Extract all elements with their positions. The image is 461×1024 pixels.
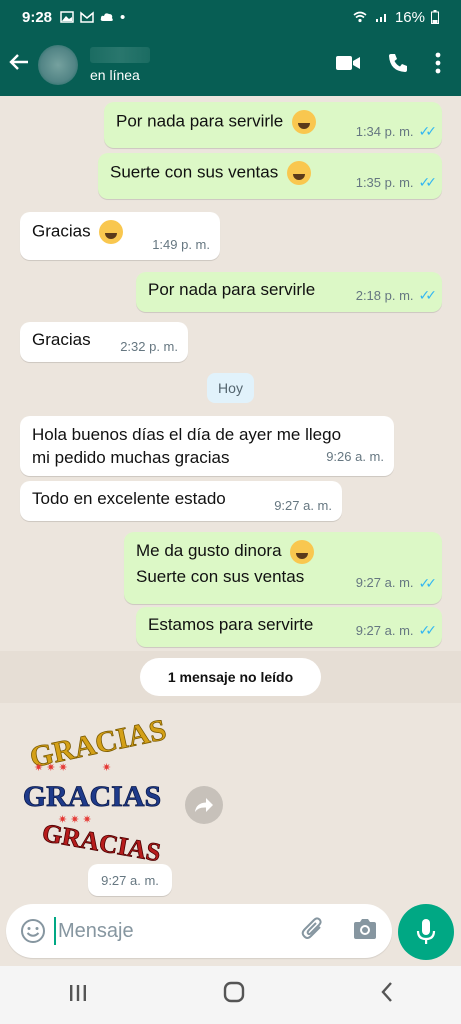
battery-icon [431, 10, 439, 24]
video-call-icon[interactable] [335, 54, 361, 77]
date-separator: Hoy [207, 373, 254, 403]
phone-icon[interactable] [387, 52, 409, 79]
message-outgoing[interactable]: Me da gusto dinora Suerte con sus ventas… [124, 532, 442, 604]
sparkle-icon: ✷ [102, 762, 111, 774]
read-ticks-icon: ✓✓ [418, 287, 438, 303]
gallery-icon [60, 11, 74, 23]
sticker-timestamp: 9:27 a. m. [88, 864, 172, 896]
contact-info[interactable]: en línea [90, 47, 150, 83]
sparkle-icon: ✷ ✷ ✷ [34, 762, 68, 774]
back-nav-icon[interactable] [380, 981, 394, 1009]
message-incoming[interactable]: Hola buenos días el día de ayer me llego… [20, 416, 394, 476]
more-vert-icon[interactable] [435, 52, 441, 79]
wifi-icon [353, 11, 367, 23]
read-ticks-icon: ✓✓ [418, 174, 438, 190]
forward-icon[interactable] [185, 786, 223, 824]
recent-apps-icon[interactable] [68, 982, 88, 1008]
cloud-icon [100, 13, 113, 21]
read-ticks-icon: ✓✓ [418, 575, 438, 591]
chat-header: en línea [0, 34, 461, 96]
camera-icon[interactable] [352, 917, 378, 946]
read-ticks-icon: ✓✓ [418, 622, 438, 638]
status-time: 9:28 [22, 8, 53, 26]
message-composer [6, 904, 392, 958]
star-struck-emoji-icon [286, 161, 311, 185]
paperclip-icon[interactable] [300, 916, 326, 947]
grinning-emoji-icon [292, 110, 316, 134]
home-icon[interactable] [223, 981, 245, 1009]
message-incoming[interactable]: Gracias 1:49 p. m. [20, 212, 220, 260]
text-cursor [54, 917, 56, 945]
message-incoming[interactable]: Todo en excelente estado 9:27 a. m. [20, 481, 342, 521]
sticker-word-red: GRACIAS [40, 818, 163, 861]
star-struck-emoji-icon [290, 539, 315, 564]
message-outgoing[interactable]: Suerte con sus ventas 1:35 p. m. ✓✓ [98, 153, 442, 199]
status-bar: 9:28 • 16% [0, 0, 461, 34]
message-outgoing[interactable]: Por nada para servirle 2:18 p. m. ✓✓ [136, 272, 442, 312]
arrow-left-icon[interactable] [8, 51, 38, 79]
message-outgoing[interactable]: Por nada para servirle 1:34 p. m. ✓✓ [104, 102, 442, 148]
gmail-icon [80, 11, 94, 23]
battery-level: 16% [394, 8, 425, 26]
message-incoming[interactable]: Gracias 2:32 p. m. [20, 322, 188, 362]
gracias-sticker[interactable]: GRACIAS ✷ ✷ ✷ ✷ GRACIAS ✷ ✷ ✷ GRACIAS [22, 711, 172, 868]
signal-icon [375, 14, 386, 22]
contact-avatar[interactable] [38, 45, 78, 85]
android-nav-bar [0, 966, 461, 1024]
contact-presence: en línea [90, 67, 140, 83]
emoji-icon[interactable] [20, 918, 46, 944]
star-struck-emoji-icon [99, 220, 124, 244]
read-ticks-icon: ✓✓ [418, 123, 438, 139]
mic-icon[interactable] [398, 904, 454, 960]
message-outgoing[interactable]: Estamos para servirte 9:27 a. m. ✓✓ [136, 607, 442, 647]
chat-area[interactable]: Por nada para servirle 1:34 p. m. ✓✓ Suer… [0, 96, 461, 904]
sticker-word-blue: GRACIAS [23, 780, 161, 813]
dot-icon: • [120, 8, 126, 26]
contact-name-redacted [90, 47, 150, 63]
unread-banner: 1 mensaje no leído [140, 658, 321, 696]
message-input[interactable] [58, 919, 278, 943]
